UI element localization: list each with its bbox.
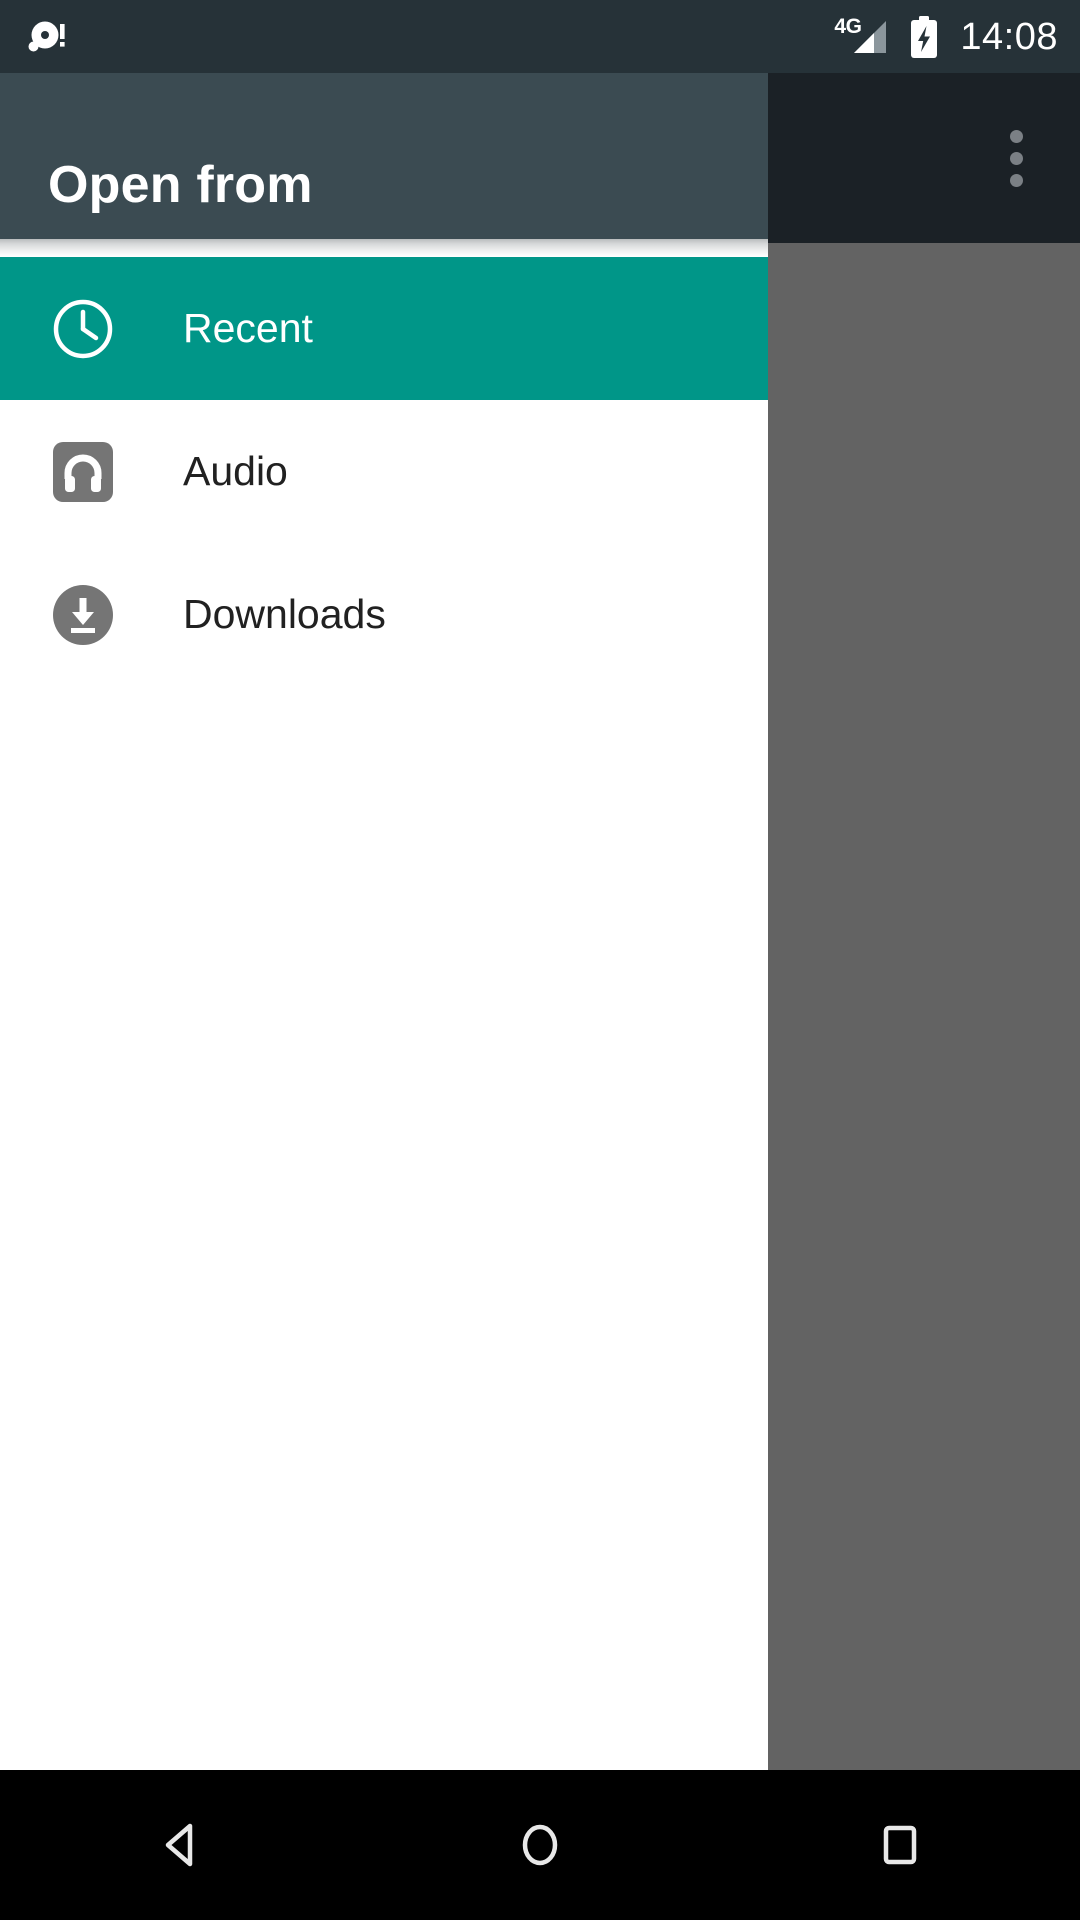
page-title: Open from — [48, 156, 313, 214]
headphones-icon — [51, 440, 115, 504]
drawer-item-label: Recent — [183, 305, 313, 351]
back-triangle-icon — [165, 1823, 193, 1867]
drawer-item-audio[interactable]: Audio — [0, 400, 768, 543]
status-bar-clock: 14:08 — [960, 15, 1058, 58]
alert-disc-icon — [24, 15, 70, 59]
battery-charging-icon — [908, 15, 940, 59]
nav-recents-button[interactable] — [720, 1770, 1080, 1920]
drawer-item-label: Downloads — [183, 591, 386, 637]
more-vert-icon-dot-2 — [1009, 151, 1023, 165]
signal-bars-icon: 4G — [834, 15, 890, 59]
drawer-item-label: Audio — [183, 448, 288, 494]
recents-square-icon — [883, 1825, 917, 1865]
app-bar-shadow — [0, 239, 768, 257]
overflow-menu-button[interactable] — [952, 73, 1080, 243]
more-vert-icon-dot-1 — [1009, 129, 1023, 143]
clock-icon — [51, 297, 115, 361]
system-navigation-bar — [0, 1770, 1080, 1920]
app-bar: Open from — [0, 73, 768, 239]
more-vert-icon-dot-3 — [1009, 173, 1023, 187]
nav-back-button[interactable] — [0, 1770, 360, 1920]
drawer-item-list: Recent Audio Downloads — [0, 257, 768, 686]
phone-screen: Open from Recent Audio Downloads 4G 14:0… — [0, 0, 1080, 1920]
status-bar: 4G 14:08 — [0, 0, 1080, 73]
download-icon — [51, 583, 115, 647]
home-circle-icon — [522, 1824, 558, 1866]
navigation-drawer: Open from Recent Audio Downloads — [0, 73, 768, 1770]
drawer-item-recent[interactable]: Recent — [0, 257, 768, 400]
nav-home-button[interactable] — [360, 1770, 720, 1920]
status-bar-system-icons: 4G 14:08 — [834, 15, 1058, 59]
status-bar-notifications — [24, 15, 70, 59]
drawer-item-downloads[interactable]: Downloads — [0, 543, 768, 686]
